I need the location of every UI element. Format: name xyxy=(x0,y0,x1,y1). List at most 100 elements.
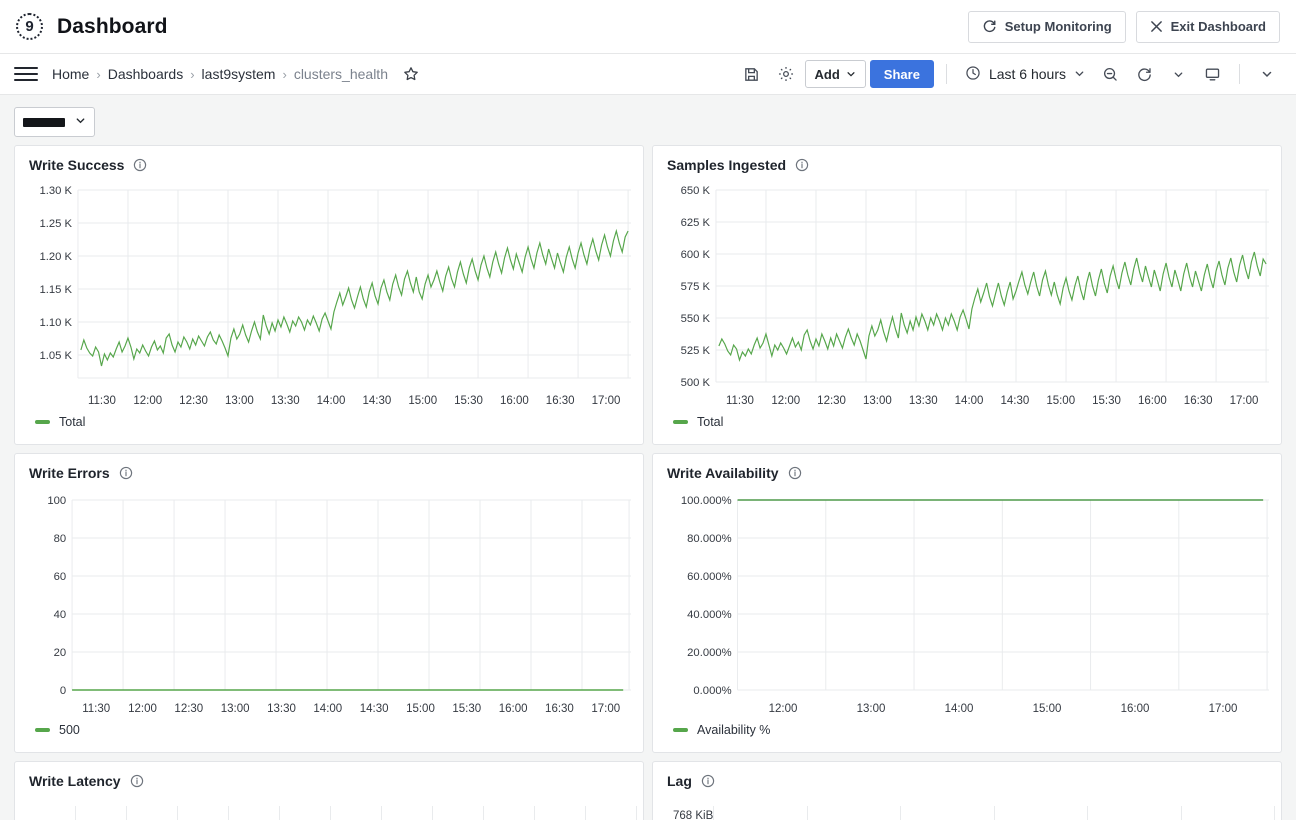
info-icon[interactable] xyxy=(788,466,802,480)
x-tick: 14:30 xyxy=(354,395,400,407)
dashboard-panel-grid: Write Success xyxy=(0,145,1296,820)
brand: 9 Dashboard xyxy=(16,13,168,40)
breadcrumb-separator: › xyxy=(190,67,194,82)
zoom-out-icon[interactable] xyxy=(1095,59,1125,89)
info-icon[interactable] xyxy=(130,774,144,788)
breadcrumb-item-clusters-health[interactable]: clusters_health xyxy=(294,66,388,82)
y-tick-labels: 100.000%80.000% 60.000%40.000% 20.000%0.… xyxy=(681,495,732,697)
partial-gridlines xyxy=(713,806,1275,820)
panel-header: Lag xyxy=(663,770,1271,792)
favorite-star-icon[interactable] xyxy=(403,66,419,82)
panel-samples-ingested[interactable]: Samples Ingested xyxy=(652,145,1282,445)
svg-text:0: 0 xyxy=(60,685,66,697)
x-tick: 12:00 xyxy=(739,703,827,715)
save-icon[interactable] xyxy=(737,59,767,89)
x-tick: 16:30 xyxy=(537,395,583,407)
x-tick: 13:00 xyxy=(827,703,915,715)
exit-dashboard-label: Exit Dashboard xyxy=(1171,19,1266,34)
info-icon[interactable] xyxy=(701,774,715,788)
setup-monitoring-button[interactable]: Setup Monitoring xyxy=(968,11,1126,43)
panel-write-errors[interactable]: Write Errors xyxy=(14,453,644,753)
x-tick: 12:30 xyxy=(809,395,855,407)
panel-header: Write Availability xyxy=(663,462,1271,484)
info-icon[interactable] xyxy=(795,158,809,172)
svg-text:60: 60 xyxy=(54,571,67,583)
exit-dashboard-button[interactable]: Exit Dashboard xyxy=(1136,11,1280,43)
svg-text:1.20 K: 1.20 K xyxy=(40,251,73,263)
x-tick: 12:00 xyxy=(119,703,165,715)
refresh-icon[interactable] xyxy=(1129,59,1159,89)
more-options-chevron-down-icon[interactable] xyxy=(1252,59,1282,89)
x-tick: 15:00 xyxy=(1003,703,1091,715)
legend-color-swatch xyxy=(673,420,688,424)
chart-legend[interactable]: Availability % xyxy=(663,715,1271,737)
breadcrumb-item-dashboards[interactable]: Dashboards xyxy=(108,66,184,82)
setup-monitoring-label: Setup Monitoring xyxy=(1005,19,1112,34)
legend-label: Total xyxy=(697,415,723,429)
svg-text:650 K: 650 K xyxy=(681,185,711,197)
legend-color-swatch xyxy=(35,420,50,424)
navigation-bar: Home › Dashboards › last9system › cluste… xyxy=(0,54,1296,95)
panel-title: Write Latency xyxy=(29,773,121,789)
toolbar-divider xyxy=(946,64,947,84)
x-tick: 17:00 xyxy=(583,395,629,407)
gear-icon[interactable] xyxy=(771,59,801,89)
x-tick: 16:00 xyxy=(490,703,536,715)
panel-write-success[interactable]: Write Success xyxy=(14,145,644,445)
info-icon[interactable] xyxy=(119,466,133,480)
chart-svg: 10080 6040 200 xyxy=(25,490,633,702)
svg-text:20: 20 xyxy=(54,647,67,659)
chart-legend[interactable]: Total xyxy=(663,407,1271,429)
x-gridlines xyxy=(738,500,1268,690)
legend-label: Total xyxy=(59,415,85,429)
page-title: Dashboard xyxy=(57,15,168,39)
chevron-down-icon xyxy=(846,67,856,82)
dashboard-toolbar: Add Share Last 6 hours xyxy=(737,59,1282,89)
panel-title: Write Success xyxy=(29,157,124,173)
x-tick: 17:00 xyxy=(1221,395,1267,407)
panel-title: Lag xyxy=(667,773,692,789)
breadcrumb-item-last9system[interactable]: last9system xyxy=(202,66,276,82)
add-panel-button[interactable]: Add xyxy=(805,60,866,88)
series-total-line xyxy=(81,231,628,366)
chart-svg: 100.000%80.000% 60.000%40.000% 20.000%0.… xyxy=(663,490,1271,702)
x-tick: 15:00 xyxy=(1038,395,1084,407)
info-icon[interactable] xyxy=(133,158,147,172)
y-tick-labels: 10080 6040 200 xyxy=(47,495,66,697)
x-tick: 17:00 xyxy=(1179,703,1267,715)
chart-legend[interactable]: Total xyxy=(25,407,633,429)
refresh-interval-chevron-down-icon[interactable] xyxy=(1163,59,1193,89)
x-tick: 13:30 xyxy=(262,395,308,407)
svg-text:550 K: 550 K xyxy=(681,313,711,325)
y-tick-labels: 650 K625 K 600 K575 K 550 K525 K 500 K xyxy=(681,185,711,389)
x-axis-labels: 11:30 12:00 12:30 13:00 13:30 14:00 14:3… xyxy=(25,703,633,715)
x-tick: 12:30 xyxy=(166,703,212,715)
time-range-picker[interactable]: Last 6 hours xyxy=(959,59,1091,89)
x-tick: 13:00 xyxy=(212,703,258,715)
x-tick: 16:30 xyxy=(1175,395,1221,407)
x-tick: 12:00 xyxy=(125,395,171,407)
chart-svg: 650 K625 K 600 K575 K 550 K525 K 500 K xyxy=(663,182,1271,394)
x-tick: 13:30 xyxy=(258,703,304,715)
panel-title: Write Errors xyxy=(29,465,110,481)
cluster-variable-select[interactable] xyxy=(14,107,95,137)
template-variable-row xyxy=(0,95,1296,145)
tv-icon[interactable] xyxy=(1197,59,1227,89)
menu-icon[interactable] xyxy=(14,62,38,86)
panel-write-availability[interactable]: Write Availability xyxy=(652,453,1282,753)
svg-text:1.10 K: 1.10 K xyxy=(40,317,73,329)
panel-lag[interactable]: Lag 768 KiB xyxy=(652,761,1282,820)
panel-write-latency[interactable]: Write Latency xyxy=(14,761,644,820)
svg-text:20.000%: 20.000% xyxy=(687,647,731,659)
x-tick: 12:30 xyxy=(171,395,217,407)
chart-legend[interactable]: 500 xyxy=(25,715,633,737)
breadcrumb-item-home[interactable]: Home xyxy=(52,66,89,82)
share-button[interactable]: Share xyxy=(870,60,934,88)
panel-header: Write Latency xyxy=(25,770,633,792)
chart-write-availability: 100.000%80.000% 60.000%40.000% 20.000%0.… xyxy=(663,490,1271,702)
header-actions: Setup Monitoring Exit Dashboard xyxy=(968,11,1280,43)
x-tick: 15:30 xyxy=(446,395,492,407)
svg-text:100.000%: 100.000% xyxy=(681,495,732,507)
svg-text:1.05 K: 1.05 K xyxy=(40,350,73,362)
legend-label: Availability % xyxy=(697,723,770,737)
